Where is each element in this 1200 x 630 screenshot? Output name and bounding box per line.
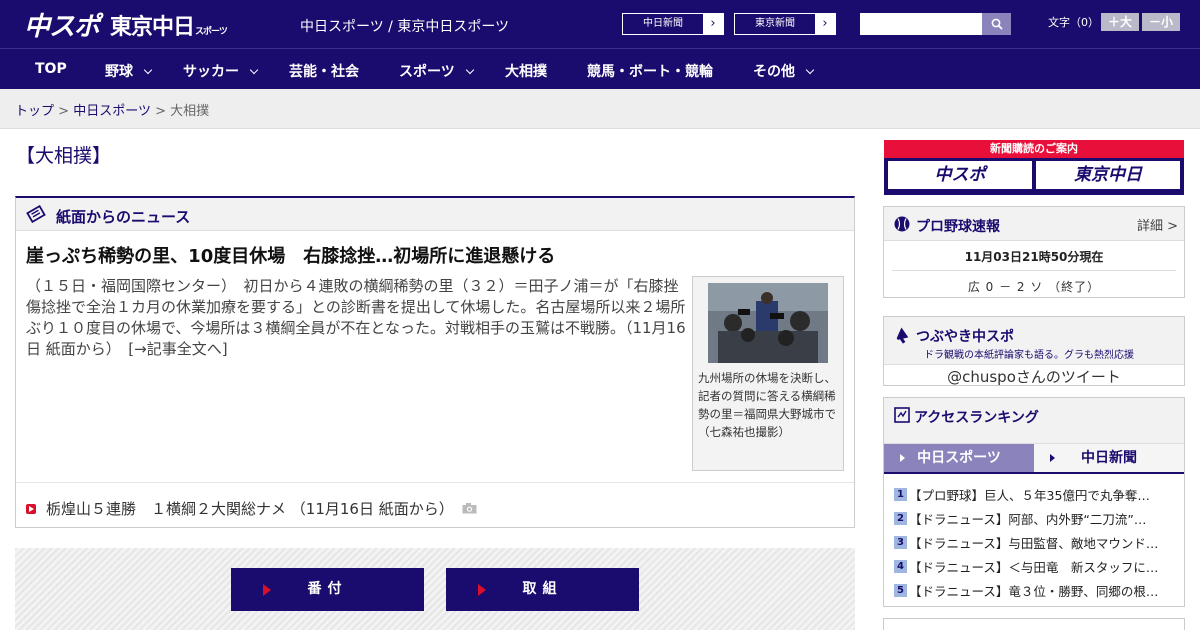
- chevron-right-icon: ›: [815, 14, 835, 34]
- photo-caption: 九州場所の休場を決断し、記者の質問に答える横綱稀勢の里＝福岡県大野城市で（七森祐…: [698, 371, 836, 439]
- triangle-right-icon: [900, 454, 905, 462]
- nav-item-soccer[interactable]: サッカー: [183, 61, 259, 81]
- news-box-title: 紙面からのニュース: [56, 208, 191, 226]
- baseball-scores-box: プロ野球速報 詳細 > 11月03日21時50分現在 広 0 － 2 ソ （終了…: [883, 206, 1185, 298]
- chevron-down-icon: [249, 65, 259, 75]
- breadcrumb-section[interactable]: 中日スポーツ: [73, 104, 151, 119]
- font-bigger-button[interactable]: ＋大: [1101, 13, 1139, 31]
- tokyo-chunichi-logo[interactable]: 東京中日スポーツ: [110, 9, 228, 41]
- baseball-header: プロ野球速報 詳細 >: [884, 207, 1184, 241]
- tokyo-shimbun-link[interactable]: 東京新聞 ›: [734, 13, 836, 35]
- divider: [892, 270, 1176, 271]
- article-summary[interactable]: （１５日・福岡国際センター） 初日から４連敗の横綱稀勢の里（３２）＝田子ノ浦＝が…: [26, 276, 686, 360]
- page-title: 【大相撲】: [16, 145, 112, 167]
- font-smaller-button[interactable]: －小: [1142, 13, 1180, 31]
- subscription-banner[interactable]: 新聞購読のご案内 中スポ 東京中日: [884, 140, 1184, 195]
- twitter-box: つぶやき中スポ ドラ観戦の本紙評論家も語る。グラも熱烈応援 @chuspoさんの…: [883, 316, 1185, 386]
- related-news-item[interactable]: 栃煌山５連勝 １横綱２大関総ナメ （11月16日 紙面から）: [26, 498, 477, 519]
- ranking-title: アクセスランキング: [914, 410, 1039, 426]
- twitter-title: つぶやき中スポ: [916, 329, 1014, 345]
- font-size-label: 文字（0）: [1048, 16, 1099, 29]
- megaphone-icon: [896, 327, 909, 344]
- search-icon: [991, 18, 1003, 30]
- access-ranking-box: アクセスランキング 中日スポーツ 中日新聞 1 【プロ野球】巨人、５年35億円で丸…: [883, 397, 1185, 607]
- article-headline[interactable]: 崖っぷち稀勢の里、10度目休場 右膝捻挫…初場所に進退懸ける: [26, 242, 555, 268]
- baseball-score[interactable]: 広 0 － 2 ソ （終了）: [884, 278, 1184, 295]
- ranking-item[interactable]: 1 【プロ野球】巨人、５年35億円で丸争奪…: [894, 482, 1179, 506]
- search-input[interactable]: [860, 13, 982, 35]
- news-box-header: 紙面からのニュース: [16, 198, 854, 231]
- play-icon: [26, 503, 36, 514]
- rank-number: 4: [894, 559, 907, 573]
- subscribe-chuspo-logo[interactable]: 中スポ: [888, 161, 1032, 189]
- baseball-details-link[interactable]: 詳細 >: [1137, 215, 1178, 234]
- triangle-right-icon: [478, 584, 486, 596]
- baseball-title: プロ野球速報: [916, 219, 1000, 235]
- photo-box: 九州場所の休場を決断し、記者の質問に答える横綱稀勢の里＝福岡県大野城市で（七森祐…: [692, 276, 844, 471]
- banzuke-button[interactable]: 番付: [231, 568, 424, 611]
- sumo-buttons-bar: 番付 取組: [15, 548, 855, 630]
- nav-item-sports[interactable]: スポーツ: [399, 61, 474, 81]
- ranking-item[interactable]: 4 【ドラニュース】＜与田竜 新スタッフに…: [894, 554, 1179, 578]
- site-header: 中スポ 東京中日スポーツ 中日スポーツ / 東京中日スポーツ 中日新聞 › 東京…: [0, 0, 1200, 48]
- ranking-item[interactable]: 5 【ドラニュース】竜３位・勝野、同郷の根…: [894, 578, 1179, 602]
- chevron-down-icon: [465, 65, 474, 75]
- chevron-down-icon: [805, 65, 815, 75]
- triangle-right-icon: [1050, 454, 1055, 462]
- divider: [16, 482, 854, 483]
- ranking-icon: [894, 407, 910, 423]
- breadcrumb-bar: トップ > 中日スポーツ > 大相撲: [0, 89, 1200, 129]
- sidebar-box-partial: [883, 618, 1185, 630]
- rank-number: 3: [894, 535, 907, 549]
- article-photo[interactable]: [708, 283, 828, 363]
- site-names[interactable]: 中日スポーツ / 東京中日スポーツ: [300, 16, 509, 36]
- rank-number: 1: [894, 487, 907, 501]
- news-box: 紙面からのニュース 崖っぷち稀勢の里、10度目休場 右膝捻挫…初場所に進退懸ける…: [15, 196, 855, 528]
- nav-item-racing[interactable]: 競馬・ボート・競輪: [587, 61, 713, 81]
- triangle-right-icon: [263, 584, 271, 596]
- search-button[interactable]: [982, 13, 1011, 35]
- tab-chunichi-sports[interactable]: 中日スポーツ: [884, 444, 1034, 472]
- ranking-item[interactable]: 2 【ドラニュース】阿部、内外野“二刀流”…: [894, 506, 1179, 530]
- nav-item-top[interactable]: TOP: [35, 61, 67, 77]
- tab-chunichi-shimbun[interactable]: 中日新聞: [1034, 444, 1184, 472]
- chunichi-shimbun-link[interactable]: 中日新聞 ›: [622, 13, 724, 35]
- rank-number: 2: [894, 511, 907, 525]
- breadcrumb-home[interactable]: トップ: [15, 104, 54, 119]
- baseball-timestamp: 11月03日21時50分現在: [964, 250, 1104, 264]
- ranking-header: アクセスランキング: [884, 398, 1184, 444]
- twitter-link[interactable]: @chuspoさんのツイート: [884, 366, 1184, 387]
- newspaper-icon: [26, 205, 46, 223]
- chevron-right-icon: ›: [703, 14, 723, 34]
- twitter-header: つぶやき中スポ ドラ観戦の本紙評論家も語る。グラも熱烈応援: [884, 317, 1184, 365]
- nav-item-sumo[interactable]: 大相撲: [505, 61, 547, 81]
- nav-item-entertainment[interactable]: 芸能・社会: [289, 61, 359, 81]
- baseball-icon: [894, 216, 910, 232]
- breadcrumb: トップ > 中日スポーツ > 大相撲: [15, 104, 210, 119]
- camera-icon: [462, 503, 477, 514]
- breadcrumb-current: 大相撲: [170, 104, 210, 119]
- ranking-item[interactable]: 3 【ドラニュース】与田監督、敵地マウンド…: [894, 530, 1179, 554]
- nav-item-baseball[interactable]: 野球: [105, 61, 153, 81]
- ranking-tabs: 中日スポーツ 中日新聞: [884, 444, 1184, 474]
- subscription-label: 新聞購読のご案内: [884, 140, 1184, 158]
- chevron-down-icon: [143, 65, 153, 75]
- main-nav: TOP 野球 サッカー 芸能・社会 スポーツ 大相撲 競馬・ボート・競輪 その他: [0, 48, 1200, 89]
- twitter-subtitle: ドラ観戦の本紙評論家も語る。グラも熱烈応援: [924, 350, 1134, 361]
- nav-item-other[interactable]: その他: [753, 61, 815, 81]
- rank-number: 5: [894, 583, 907, 597]
- ranking-list: 1 【プロ野球】巨人、５年35億円で丸争奪… 2 【ドラニュース】阿部、内外野“二刀…: [894, 482, 1179, 602]
- torikumi-button[interactable]: 取組: [446, 568, 639, 611]
- chuspo-logo[interactable]: 中スポ: [24, 6, 100, 43]
- subscribe-tokyo-chunichi-logo[interactable]: 東京中日: [1036, 161, 1180, 189]
